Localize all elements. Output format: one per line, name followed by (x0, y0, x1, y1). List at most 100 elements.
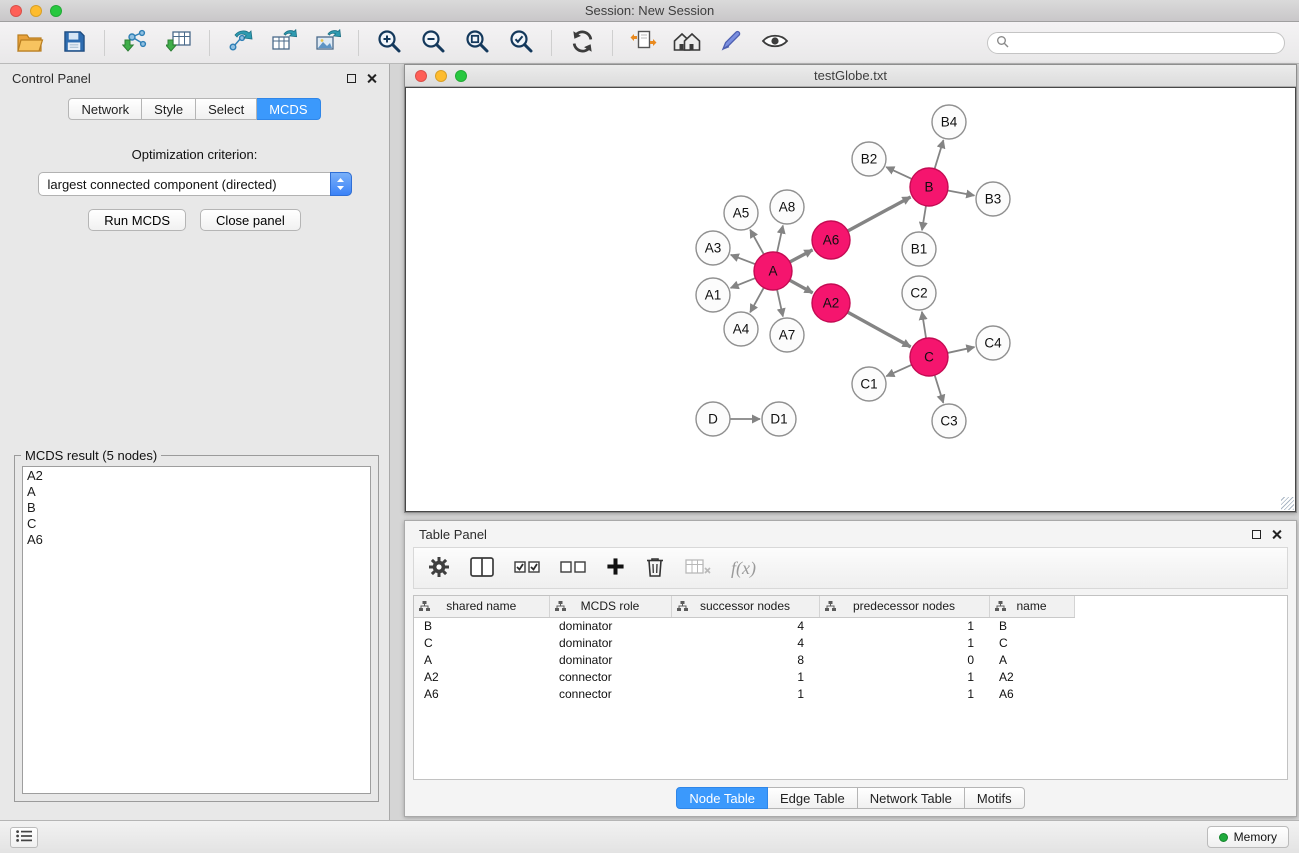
node-C3[interactable]: C3 (932, 404, 966, 438)
mcds-result-item[interactable]: A (27, 484, 366, 500)
node-A4[interactable]: A4 (724, 312, 758, 346)
add-column-button[interactable] (606, 557, 625, 579)
node-B2[interactable]: B2 (852, 142, 886, 176)
edge-B-B4[interactable] (935, 140, 944, 169)
column-header-MCDS-role[interactable]: MCDS role (549, 596, 671, 617)
network-close-button[interactable] (415, 70, 427, 82)
edge-A2-C[interactable] (848, 312, 911, 347)
table-row[interactable]: Bdominator41B (414, 617, 1287, 634)
tab-edge-table[interactable]: Edge Table (768, 787, 858, 809)
node-A3[interactable]: A3 (696, 231, 730, 265)
search-box[interactable] (987, 32, 1285, 54)
destroy-table-button[interactable] (685, 558, 711, 579)
close-window-button[interactable] (10, 5, 22, 17)
edge-A-A5[interactable] (750, 230, 764, 255)
mcds-result-item[interactable]: C (27, 516, 366, 532)
tab-motifs[interactable]: Motifs (965, 787, 1025, 809)
edge-C-C3[interactable] (935, 375, 944, 403)
network-canvas[interactable]: B4B2BB3A5A8A6A3B1AA1C2A2A4A7C4CC1C3DD1 (405, 87, 1296, 512)
column-header-predecessor-nodes[interactable]: predecessor nodes (819, 596, 989, 617)
edge-A-A4[interactable] (750, 288, 764, 313)
export-table-button[interactable] (264, 26, 304, 60)
memory-button[interactable]: Memory (1207, 826, 1289, 848)
node-A1[interactable]: A1 (696, 278, 730, 312)
node-A5[interactable]: A5 (724, 196, 758, 230)
criterion-dropdown[interactable]: largest connected component (directed) (38, 172, 352, 196)
close-table-panel-icon[interactable] (1271, 529, 1282, 540)
first-neighbors-button[interactable] (623, 26, 663, 60)
run-mcds-button[interactable]: Run MCDS (88, 209, 186, 231)
node-table-container[interactable]: shared nameMCDS rolesuccessor nodesprede… (413, 595, 1288, 780)
annotation-button[interactable] (711, 26, 751, 60)
node-A6[interactable]: A6 (812, 221, 850, 259)
column-header-successor-nodes[interactable]: successor nodes (671, 596, 819, 617)
node-A8[interactable]: A8 (770, 190, 804, 224)
mcds-result-item[interactable]: A2 (27, 468, 366, 484)
home-button[interactable] (667, 26, 707, 60)
table-row[interactable]: Cdominator41C (414, 634, 1287, 651)
edge-A-A2[interactable] (790, 280, 813, 293)
node-B1[interactable]: B1 (902, 232, 936, 266)
edge-B-B1[interactable] (922, 206, 926, 230)
tab-style[interactable]: Style (142, 98, 196, 120)
edge-A-A8[interactable] (777, 226, 783, 253)
node-A[interactable]: A (754, 252, 792, 290)
edge-C-C4[interactable] (948, 347, 975, 353)
edge-A-A6[interactable] (790, 250, 813, 262)
node-B[interactable]: B (910, 168, 948, 206)
edge-A-A3[interactable] (731, 255, 756, 264)
tab-mcds[interactable]: MCDS (257, 98, 320, 120)
zoom-window-button[interactable] (50, 5, 62, 17)
edge-C-C1[interactable] (886, 365, 911, 376)
resize-grip[interactable] (1281, 497, 1294, 510)
float-table-panel-icon[interactable] (1252, 530, 1261, 539)
node-A2[interactable]: A2 (812, 284, 850, 322)
export-image-button[interactable] (308, 26, 348, 60)
tab-select[interactable]: Select (196, 98, 257, 120)
node-D[interactable]: D (696, 402, 730, 436)
refresh-button[interactable] (562, 26, 602, 60)
edge-B-B2[interactable] (886, 167, 912, 179)
network-zoom-button[interactable] (455, 70, 467, 82)
zoom-fit-button[interactable] (457, 26, 497, 60)
open-session-button[interactable] (10, 26, 50, 60)
tab-node-table[interactable]: Node Table (676, 787, 768, 809)
edge-A-A7[interactable] (777, 290, 783, 317)
node-A7[interactable]: A7 (770, 318, 804, 352)
node-B3[interactable]: B3 (976, 182, 1010, 216)
function-builder-button[interactable]: f(x) (731, 558, 756, 579)
node-D1[interactable]: D1 (762, 402, 796, 436)
mcds-result-item[interactable]: B (27, 500, 366, 516)
import-network-button[interactable] (115, 26, 155, 60)
close-panel-button[interactable]: Close panel (200, 209, 301, 231)
zoom-out-button[interactable] (413, 26, 453, 60)
table-row[interactable]: A6connector11A6 (414, 685, 1287, 702)
search-input[interactable] (1014, 36, 1276, 50)
import-table-button[interactable] (159, 26, 199, 60)
node-C[interactable]: C (910, 338, 948, 376)
task-history-button[interactable] (10, 827, 38, 848)
mcds-result-item[interactable]: A6 (27, 532, 366, 548)
zoom-in-button[interactable] (369, 26, 409, 60)
table-row[interactable]: A2connector11A2 (414, 668, 1287, 685)
show-hide-button[interactable] (755, 26, 795, 60)
split-columns-button[interactable] (470, 557, 494, 580)
table-row[interactable]: Adominator80A (414, 651, 1287, 668)
column-header-name[interactable]: name (989, 596, 1074, 617)
close-panel-icon[interactable] (366, 73, 377, 84)
edge-B-B3[interactable] (948, 191, 975, 196)
tab-network[interactable]: Network (68, 98, 142, 120)
tab-network-table[interactable]: Network Table (858, 787, 965, 809)
export-network-button[interactable] (220, 26, 260, 60)
float-panel-icon[interactable] (347, 74, 356, 83)
column-header-shared-name[interactable]: shared name (414, 596, 549, 617)
edge-A-A1[interactable] (731, 278, 756, 288)
node-C1[interactable]: C1 (852, 367, 886, 401)
node-C4[interactable]: C4 (976, 326, 1010, 360)
zoom-selected-button[interactable] (501, 26, 541, 60)
select-all-button[interactable] (514, 560, 540, 577)
network-minimize-button[interactable] (435, 70, 447, 82)
save-session-button[interactable] (54, 26, 94, 60)
deselect-all-button[interactable] (560, 560, 586, 577)
delete-column-button[interactable] (645, 556, 665, 581)
